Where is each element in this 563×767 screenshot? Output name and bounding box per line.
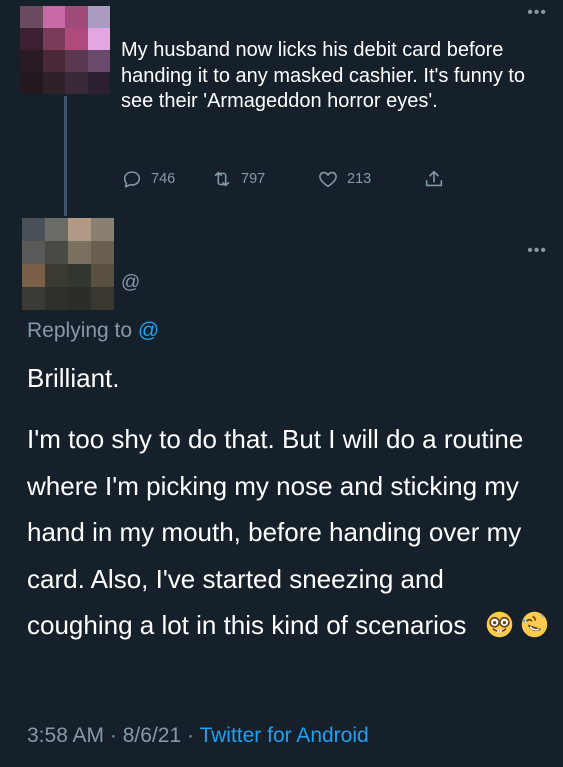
replying-to-handle-link[interactable]: @ <box>138 319 159 342</box>
reply-avatar[interactable] <box>22 218 114 310</box>
separator-dot: · <box>109 724 117 747</box>
like-button[interactable]: 213 <box>317 168 371 190</box>
reply-button[interactable]: 746 <box>121 168 175 190</box>
avatar-pixel <box>87 28 110 50</box>
avatar-pixel <box>20 28 43 50</box>
tweet-time[interactable]: 3:58 AM <box>27 724 104 747</box>
avatar-pixel <box>91 218 114 241</box>
tweet-date[interactable]: 8/6/21 <box>123 724 181 747</box>
avatar-pixel <box>91 264 114 287</box>
avatar-pixel <box>65 28 88 50</box>
heart-icon <box>319 171 337 188</box>
avatar-pixel <box>91 287 114 310</box>
reply-tweet-body: I'm too shy to do that. But I will do a … <box>27 416 552 649</box>
retweet-button[interactable]: 797 <box>211 168 265 190</box>
emoji-group <box>486 611 548 638</box>
replying-to-line: Replying to @ <box>27 319 159 343</box>
retweet-count: 797 <box>241 171 266 187</box>
avatar-pixel <box>22 218 45 241</box>
like-count: 213 <box>347 171 372 187</box>
avatar-pixel <box>45 287 68 310</box>
avatar-pixel <box>87 72 110 94</box>
parent-action-bar: 746 797 213 <box>121 168 481 192</box>
parent-tweet-text: My husband now licks his debit card befo… <box>121 39 526 112</box>
thread-line <box>64 96 67 216</box>
share-icon <box>425 170 443 187</box>
reply-icon <box>123 171 141 188</box>
avatar-pixel <box>22 241 45 264</box>
nerd-face-emoji <box>486 611 512 638</box>
avatar-pixel <box>20 50 43 72</box>
avatar-pixel <box>42 50 65 72</box>
avatar-pixel <box>22 287 45 310</box>
avatar-pixel <box>42 72 65 94</box>
avatar-pixel <box>20 72 43 94</box>
avatar-pixel <box>45 241 68 264</box>
avatar-pixel <box>22 264 45 287</box>
avatar-pixel <box>68 264 91 287</box>
avatar-pixel <box>45 218 68 241</box>
reply-more-icon[interactable]: ••• <box>527 242 547 260</box>
avatar-pixel <box>65 50 88 72</box>
share-button[interactable] <box>423 168 445 190</box>
replying-to-label: Replying to <box>27 319 133 342</box>
avatar-pixel <box>68 241 91 264</box>
parent-more-icon[interactable]: ••• <box>527 4 547 22</box>
tweet-source-link[interactable]: Twitter for Android <box>199 724 368 747</box>
reply-user-handle[interactable]: @ <box>121 272 140 294</box>
retweet-icon <box>214 171 230 187</box>
avatar-pixel <box>42 28 65 50</box>
avatar-pixel <box>65 6 88 28</box>
avatar-pixel <box>65 72 88 94</box>
avatar-pixel <box>91 241 114 264</box>
reply-count: 746 <box>151 171 176 187</box>
reply-body-text: I'm too shy to do that. But I will do a … <box>27 424 524 640</box>
avatar-pixel <box>68 287 91 310</box>
avatar-pixel <box>87 6 110 28</box>
avatar-pixel <box>45 264 68 287</box>
parent-avatar[interactable] <box>20 6 110 94</box>
avatar-pixel <box>20 6 43 28</box>
rolling-on-floor-laughing-emoji <box>521 611 547 638</box>
avatar-pixel <box>87 50 110 72</box>
reply-first-line: Brilliant. <box>27 363 120 393</box>
avatar-pixel <box>42 6 65 28</box>
avatar-pixel <box>68 218 91 241</box>
separator-dot: · <box>186 724 194 747</box>
tweet-metadata: 3:58 AM · 8/6/21 · Twitter for Android <box>27 724 369 748</box>
